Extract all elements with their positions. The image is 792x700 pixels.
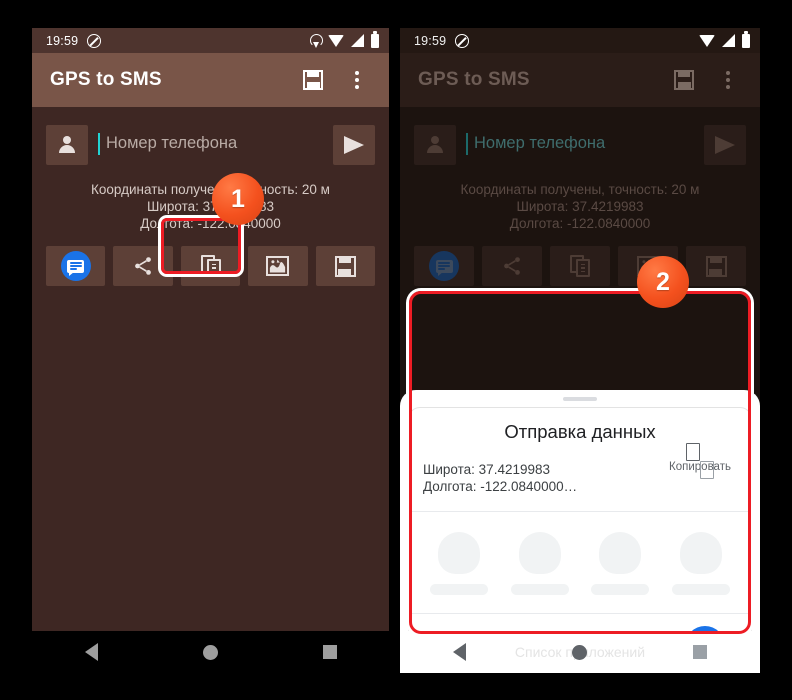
phone-number-input[interactable]: Номер телефона xyxy=(466,131,694,160)
status-bar: 19:59 xyxy=(400,28,760,53)
app-toolbar: GPS to SMS xyxy=(32,53,389,107)
skeleton-item xyxy=(669,532,733,595)
accuracy-line: Координаты получены, точность: 20 м xyxy=(460,182,700,197)
phone-placeholder: Номер телефона xyxy=(474,133,606,152)
recents-icon[interactable] xyxy=(322,645,337,659)
skeleton-item xyxy=(588,532,652,595)
recents-icon[interactable] xyxy=(693,645,707,659)
toolbar-actions xyxy=(664,60,748,100)
person-icon xyxy=(426,136,444,154)
phone-screenshot-right: 19:59 GPS to SMS Номер телефона Координа… xyxy=(400,28,760,673)
overflow-menu-button[interactable] xyxy=(708,60,748,100)
sheet-copy-button[interactable]: Копировать xyxy=(663,443,737,479)
action-save[interactable] xyxy=(315,246,376,286)
back-icon[interactable] xyxy=(84,643,98,661)
app-toolbar: GPS to SMS xyxy=(400,53,760,107)
pick-contact-button[interactable] xyxy=(46,125,88,165)
latitude-line: Широта: 37.4219983 xyxy=(516,199,644,214)
send-sms-button[interactable] xyxy=(333,125,375,165)
status-time: 19:59 xyxy=(46,33,79,48)
longitude-line: Долгота: -122.0840000 xyxy=(140,216,281,231)
copy-icon xyxy=(200,255,221,277)
accuracy-line: Координаты получены, точность: 20 м xyxy=(91,182,330,197)
phone-screenshot-left: 19:59 GPS to SMS Номер телефона Координа… xyxy=(32,28,389,673)
wifi-icon xyxy=(328,34,344,47)
toolbar-actions xyxy=(293,60,377,100)
battery-icon xyxy=(371,33,379,48)
system-nav-bar: Список приложений xyxy=(400,631,760,673)
pick-contact-button[interactable] xyxy=(414,125,456,165)
status-bar: 19:59 xyxy=(32,28,389,53)
send-icon xyxy=(344,136,364,154)
share-icon xyxy=(135,257,151,275)
home-icon[interactable] xyxy=(572,644,587,660)
action-send-sms[interactable] xyxy=(414,246,474,286)
latitude-line: Широта: 37.4219983 xyxy=(147,199,274,214)
share-preview: Широта: 37.4219983 Долгота: -122.0840000… xyxy=(409,443,751,512)
battery-icon xyxy=(742,33,750,48)
system-nav-bar xyxy=(32,631,389,673)
save-icon xyxy=(674,70,694,90)
action-share[interactable] xyxy=(113,246,173,286)
preview-latitude: Широта: 37.4219983 xyxy=(423,462,550,477)
loading-placeholder-row xyxy=(409,512,751,614)
coordinates-block: Координаты получены, точность: 20 м Широ… xyxy=(32,181,389,232)
phone-placeholder: Номер телефона xyxy=(106,133,238,152)
action-open-map[interactable] xyxy=(248,246,308,286)
skeleton-item xyxy=(427,532,491,595)
send-sms-button[interactable] xyxy=(704,125,746,165)
action-copy[interactable] xyxy=(180,246,241,286)
phone-number-input[interactable]: Номер телефона xyxy=(98,131,323,160)
save-icon xyxy=(705,255,727,277)
map-icon xyxy=(266,256,290,276)
save-icon xyxy=(334,255,356,277)
sheet-drag-handle[interactable] xyxy=(563,397,597,401)
skeleton-item xyxy=(508,532,572,595)
text-caret xyxy=(466,132,468,155)
toolbar-save-button[interactable] xyxy=(293,60,333,100)
signal-icon xyxy=(351,34,364,47)
longitude-line: Долгота: -122.0840000 xyxy=(509,216,651,231)
action-copy[interactable] xyxy=(550,246,610,286)
save-icon xyxy=(303,70,323,90)
location-pin-icon xyxy=(310,34,321,48)
app-content: Номер телефона Координаты получены, точн… xyxy=(400,107,760,673)
overflow-menu-button[interactable] xyxy=(337,60,377,100)
copy-icon xyxy=(570,255,590,277)
overflow-menu-icon xyxy=(726,71,730,89)
do-not-disturb-icon xyxy=(455,33,470,48)
signal-icon xyxy=(722,34,735,47)
share-preview-text: Широта: 37.4219983 Долгота: -122.0840000… xyxy=(423,461,663,495)
home-icon[interactable] xyxy=(202,644,218,660)
coordinates-block: Координаты получены, точность: 20 м Широ… xyxy=(400,181,760,232)
overflow-menu-icon xyxy=(355,71,359,89)
messages-icon xyxy=(60,251,91,281)
app-title: GPS to SMS xyxy=(418,69,530,90)
phone-input-row: Номер телефона xyxy=(400,107,760,165)
back-icon[interactable] xyxy=(453,643,466,661)
step-badge-2: 2 xyxy=(637,256,689,308)
step-badge-1: 1 xyxy=(212,173,264,225)
phone-input-row: Номер телефона xyxy=(32,107,389,165)
action-share[interactable] xyxy=(482,246,542,286)
app-content: Номер телефона Координаты получены, точн… xyxy=(32,107,389,673)
status-time: 19:59 xyxy=(414,33,447,48)
status-icons xyxy=(310,33,379,48)
send-icon xyxy=(715,136,735,154)
action-save[interactable] xyxy=(686,246,746,286)
messages-icon xyxy=(429,251,459,281)
preview-longitude: Долгота: -122.0840000… xyxy=(423,479,578,494)
action-button-row xyxy=(400,232,760,286)
share-icon xyxy=(504,257,520,275)
action-button-row xyxy=(32,232,389,286)
person-icon xyxy=(58,136,76,154)
app-title: GPS to SMS xyxy=(50,69,162,90)
text-caret xyxy=(98,132,100,155)
action-send-sms[interactable] xyxy=(46,246,106,286)
screenshot-canvas: 19:59 GPS to SMS Номер телефона Координа… xyxy=(0,0,792,700)
wifi-icon xyxy=(699,34,715,47)
do-not-disturb-icon xyxy=(87,33,102,48)
status-icons xyxy=(699,33,750,48)
toolbar-save-button[interactable] xyxy=(664,60,704,100)
